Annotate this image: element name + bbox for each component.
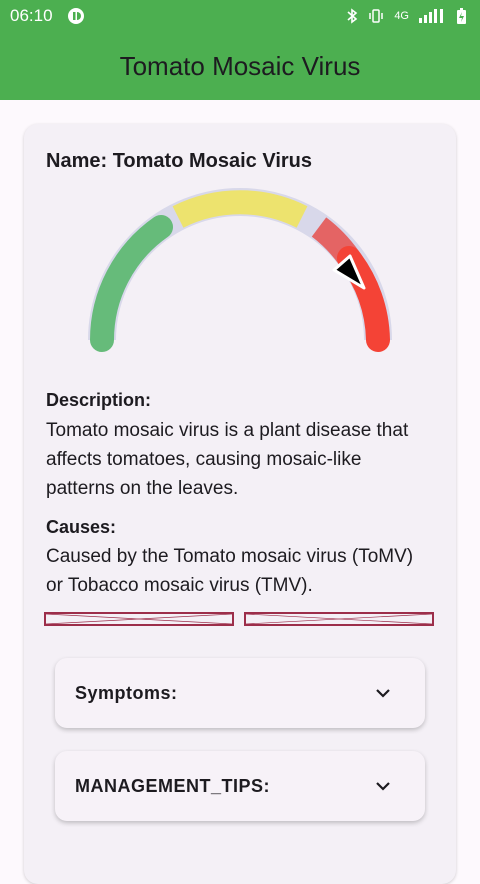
symptoms-label: Symptoms: [75, 682, 178, 703]
causes-text: Caused by the Tomato mosaic virus (ToMV)… [46, 546, 414, 596]
description-text: Tomato mosaic virus is a plant disease t… [46, 420, 409, 499]
bluetooth-icon [347, 8, 358, 24]
vibrate-icon [369, 9, 384, 23]
image-placeholder-1 [44, 612, 234, 626]
app-bar: Tomato Mosaic Virus [0, 32, 480, 100]
chevron-down-icon [376, 689, 390, 698]
description-heading: Description: [46, 390, 152, 410]
symptoms-expander[interactable]: Symptoms: [55, 658, 425, 728]
battery-icon [457, 8, 466, 24]
network-type: 4G [394, 10, 409, 22]
app-title: Tomato Mosaic Virus [119, 50, 361, 81]
disease-name: Name: Tomato Mosaic Virus [46, 150, 312, 172]
signal-icon [419, 9, 443, 23]
management-tips-expander[interactable]: MANAGEMENT_TIPS: [55, 751, 425, 821]
chevron-down-icon [376, 782, 390, 791]
causes-heading: Causes: [46, 517, 117, 537]
app-notification-icon [67, 8, 84, 24]
management-tips-label: MANAGEMENT_TIPS: [75, 775, 271, 796]
disease-card: Name: Tomato Mosaic Virus Description: T… [24, 124, 456, 884]
gauge-segment-low [90, 215, 173, 352]
image-placeholder-2 [244, 612, 434, 626]
status-bar: 06:10 4G [0, 0, 480, 32]
status-time: 06:10 [10, 6, 53, 25]
severity-gauge [88, 188, 392, 352]
